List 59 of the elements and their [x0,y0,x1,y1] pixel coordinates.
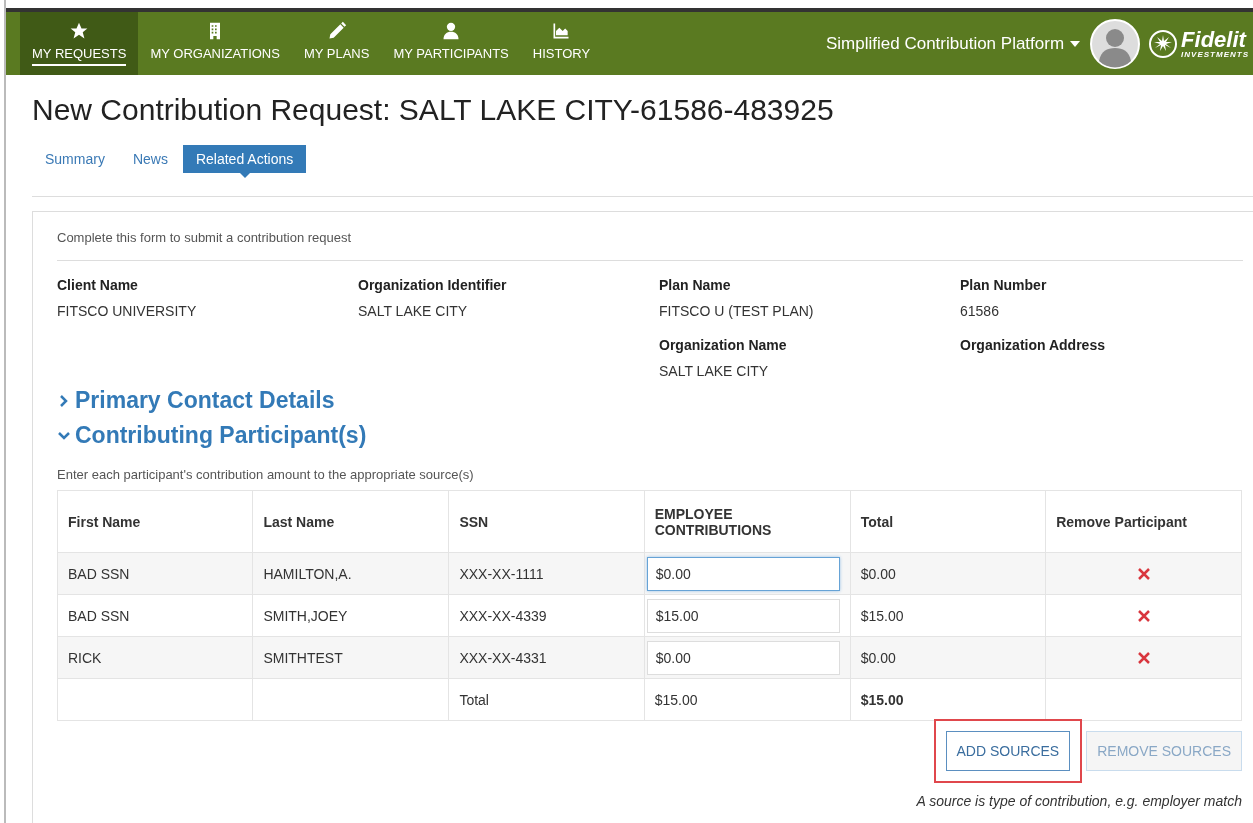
column-header: Remove Participant [1045,490,1242,553]
field-value: FITSCO U (TEST PLAN) [659,303,815,319]
table-cell: HAMILTON,A. [252,552,449,595]
field-label: Plan Name [659,277,732,293]
table-cell: $0.00 [850,636,1046,679]
remove-icon[interactable] [1135,565,1152,582]
remove-icon[interactable] [1135,649,1152,666]
field-value: SALT LAKE CITY [659,363,770,379]
column-header: First Name [57,490,253,553]
table-cell: $15.00 [850,594,1046,637]
table-cell: $15.00 [644,678,851,721]
logo-name: Fidelit [1181,28,1248,51]
nav-item[interactable]: MY PARTICIPANTS [381,12,521,75]
source-note: A source is type of contribution, e.g. employer match [915,793,1242,809]
field-label: Organization Identifier [358,277,508,293]
table-cell: XXX-XX-4339 [448,594,645,637]
caret-icon [1070,40,1081,47]
column-header: SSN [448,490,645,553]
amount-field[interactable]: $15.00 [646,598,840,633]
avatar-icon[interactable] [1090,18,1141,69]
remove-icon[interactable] [1135,607,1152,624]
nav-item[interactable]: MY REQUESTS [20,12,139,75]
table-cell: $15.00 [850,678,1046,721]
amount-field[interactable]: $0.00 [646,640,840,675]
action-button[interactable]: ADD SOURCES [945,731,1071,771]
field-label: Organization Name [659,337,788,353]
logo-icon [1148,28,1179,59]
field-label: Client Name [57,277,139,293]
column-header: Total [850,490,1046,553]
field-value: FITSCO UNIVERSITY [57,303,198,319]
platform-menu[interactable]: Simplified Contribution Platform [826,12,1081,75]
table-cell: SMITHTEST [252,636,449,679]
table-hint: Enter each participant's contribution amount to the appropriate source(s) [57,467,475,482]
field-value: SALT LAKE CITY [358,303,469,319]
table-cell: SMITH,JOEY [252,594,449,637]
amount-field[interactable]: $0.00 [646,556,840,591]
table-cell: XXX-XX-1111 [448,552,645,595]
page-title: New Contribution Request: SALT LAKE CITY-61586-483925 [32,93,835,127]
table-cell: RICK [57,636,253,679]
tab[interactable]: Summary [32,145,118,173]
column-header: Last Name [252,490,449,553]
section-toggle[interactable]: Primary Contact Details [57,387,1243,414]
nav-item[interactable]: HISTORY [520,12,603,75]
table-cell: XXX-XX-4331 [448,636,645,679]
table-cell: BAD SSN [57,552,253,595]
form-intro: Complete this form to submit a contribution request [57,230,1243,261]
column-header: EMPLOYEE CONTRIBUTIONS [644,490,851,553]
nav-item[interactable]: MY PLANS [291,12,382,75]
table-cell: Total [448,678,645,721]
field-label: Organization Address [960,337,1106,353]
field-value: 61586 [960,303,1000,319]
table-cell: BAD SSN [57,594,253,637]
section-toggle[interactable]: Contributing Participant(s) [57,422,1243,449]
logo-tagline: INVESTMENTS [1181,50,1249,59]
nav-item[interactable]: MY ORGANIZATIONS [138,12,292,75]
tab-pointer-icon [239,173,250,178]
tab[interactable]: News [119,145,181,173]
table-cell: $0.00 [850,552,1046,595]
field-label: Plan Number [960,277,1048,293]
